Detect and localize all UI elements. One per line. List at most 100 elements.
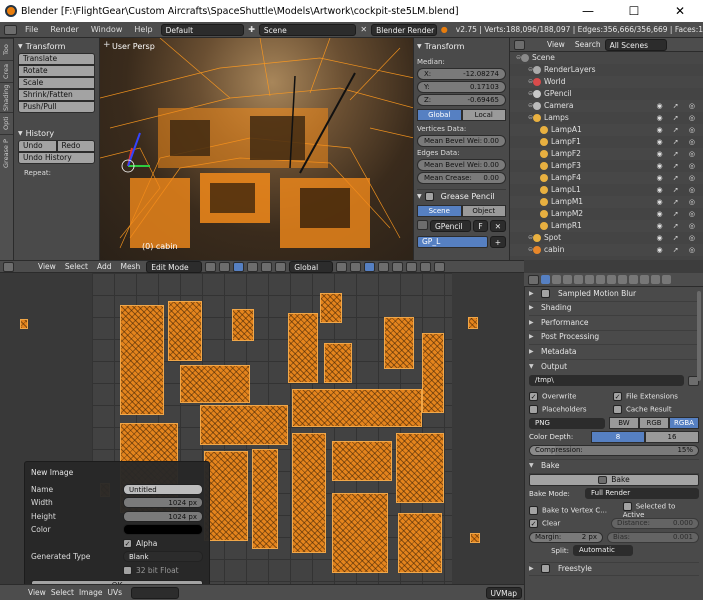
outliner-row[interactable]: LampM2 ◉ ➚ ◎ — [510, 208, 703, 220]
menu-render[interactable]: Render — [46, 25, 82, 34]
median-z-field[interactable]: Z: -0.69465 — [417, 94, 506, 106]
mode-select[interactable]: Edit Mode — [146, 260, 203, 273]
scene-tab-icon[interactable] — [563, 275, 572, 284]
menu-select[interactable]: Select — [62, 262, 91, 271]
distance-field[interactable]: Distance: 0.000 — [611, 518, 699, 530]
motion-blur-checkbox[interactable] — [541, 289, 550, 299]
image-browse[interactable] — [130, 586, 179, 599]
outliner-row[interactable]: LampA1 ◉ ➚ ◎ — [510, 124, 703, 136]
orientation-select[interactable]: Global — [289, 260, 334, 273]
file-extensions-checkbox[interactable]: ✓ — [613, 391, 622, 401]
undo-history-button[interactable]: Undo History — [18, 152, 95, 164]
section-output[interactable]: ▼ Output — [529, 360, 699, 375]
material-tab-icon[interactable] — [629, 275, 638, 284]
image-height-field[interactable]: 1024 px — [123, 510, 203, 522]
outliner-row[interactable]: ⊖ Lamps ◉ ➚ ◎ — [510, 112, 703, 124]
menu-add[interactable]: Add — [94, 262, 115, 271]
physics-tab-icon[interactable] — [662, 275, 671, 284]
alpha-checkbox[interactable]: ✓ — [123, 538, 132, 548]
outliner-row[interactable]: ⊖ Scene — [510, 52, 703, 64]
occlude-icon[interactable] — [378, 261, 390, 272]
image-color-swatch[interactable] — [123, 524, 203, 536]
data-tab-icon[interactable] — [618, 275, 627, 284]
scale-manip-icon[interactable] — [275, 261, 287, 272]
image-name-input[interactable]: Untitled — [123, 483, 203, 495]
history-panel-header[interactable]: ▼ History — [18, 127, 95, 140]
generated-type-select[interactable]: Blank — [123, 551, 203, 563]
visibility-icons[interactable]: ◉ ➚ ◎ — [656, 148, 699, 160]
uvmap-select[interactable]: UVMap — [485, 586, 522, 599]
editor-type-icon[interactable] — [3, 261, 14, 272]
add-toolshelf-icon[interactable]: + — [103, 40, 111, 50]
texture-tab-icon[interactable] — [640, 275, 649, 284]
visibility-icons[interactable]: ◉ ➚ ◎ — [656, 208, 699, 220]
world-tab-icon[interactable] — [574, 275, 583, 284]
close-button[interactable]: ✕ — [657, 4, 703, 18]
section-freestyle[interactable]: ▶ Freestyle — [529, 561, 699, 576]
render-engine-select[interactable]: Blender Render — [371, 23, 437, 36]
layout-add-icon[interactable]: ✚ — [248, 25, 255, 34]
render-tab-icon[interactable] — [541, 275, 550, 284]
visibility-icons[interactable]: ◉ ➚ ◎ — [656, 112, 699, 124]
float-checkbox[interactable] — [123, 565, 132, 575]
outliner-row[interactable]: ⊖ cabin ◉ ➚ ◎ — [510, 244, 703, 256]
face-select-icon[interactable] — [364, 261, 376, 272]
editor-type-icon[interactable] — [528, 274, 539, 285]
visibility-icons[interactable]: ◉ ➚ ◎ — [656, 196, 699, 208]
translate-manip-icon[interactable] — [247, 261, 259, 272]
section-shading[interactable]: ▶ Shading — [529, 302, 699, 316]
overwrite-checkbox[interactable]: ✓ — [529, 391, 538, 401]
scene-close-icon[interactable]: ✕ — [360, 25, 367, 34]
outliner-row[interactable]: ⊖ Spot ◉ ➚ ◎ — [510, 232, 703, 244]
selected-to-active-checkbox[interactable] — [622, 501, 632, 511]
snap-target-icon[interactable] — [420, 261, 432, 272]
section-metadata[interactable]: ▶ Metadata — [529, 345, 699, 360]
section-bake[interactable]: ▼ Bake — [529, 459, 699, 474]
menu-mesh[interactable]: Mesh — [117, 262, 143, 271]
rgba-toggle[interactable]: RGBA — [669, 417, 699, 430]
bake-to-vertex-checkbox[interactable] — [529, 505, 538, 515]
visibility-icons[interactable]: ◉ ➚ ◎ — [656, 184, 699, 196]
menu-file[interactable]: File — [21, 25, 42, 34]
constraints-tab-icon[interactable] — [596, 275, 605, 284]
bake-mode-select[interactable]: Full Render — [585, 488, 699, 500]
tab-tools[interactable]: Too — [0, 38, 13, 60]
scale-button[interactable]: Scale — [18, 77, 95, 89]
outliner-row[interactable]: LampM1 ◉ ➚ ◎ — [510, 196, 703, 208]
output-path-input[interactable]: /tmp\ — [529, 375, 684, 387]
bias-field[interactable]: Bias: 0.001 — [607, 531, 699, 543]
menu-help[interactable]: Help — [130, 25, 156, 34]
outliner-row[interactable]: ⊖ RenderLayers — [510, 64, 703, 76]
scene-select[interactable]: Scene — [258, 23, 357, 36]
visibility-icons[interactable]: ◉ ➚ ◎ — [656, 136, 699, 148]
visibility-icons[interactable]: ◉ ➚ ◎ — [656, 220, 699, 232]
edge-select-icon[interactable] — [350, 261, 362, 272]
tab-grease-pencil[interactable]: Grease P — [0, 134, 13, 172]
visibility-icons[interactable]: ◉ ➚ ◎ — [656, 172, 699, 184]
modifiers-tab-icon[interactable] — [607, 275, 616, 284]
global-toggle[interactable]: Global — [417, 109, 462, 121]
shrink-fatten-button[interactable]: Shrink/Fatten — [18, 89, 95, 101]
section-sampled-motion-blur[interactable]: ▶ Sampled Motion Blur — [529, 287, 699, 302]
manipulator-icon[interactable] — [233, 261, 245, 272]
editor-type-icon[interactable] — [4, 24, 17, 35]
push-pull-button[interactable]: Push/Pull — [18, 101, 95, 113]
placeholders-checkbox[interactable] — [529, 405, 538, 415]
object-tab-icon[interactable] — [585, 275, 594, 284]
pivot-icon[interactable] — [219, 261, 231, 272]
file-format-select[interactable]: PNG — [529, 417, 605, 429]
gpencil-close-icon[interactable]: ✕ — [489, 220, 506, 232]
margin-field[interactable]: Margin: 2 px — [529, 531, 603, 543]
editor-type-icon[interactable] — [514, 39, 525, 50]
visibility-icons[interactable]: ◉ ➚ ◎ — [656, 244, 699, 256]
depth-16-toggle[interactable]: 16 — [645, 430, 699, 443]
visibility-icons[interactable]: ◉ ➚ ◎ — [656, 100, 699, 112]
depth-8-toggle[interactable]: 8 — [591, 430, 645, 443]
outliner-row[interactable]: LampF4 ◉ ➚ ◎ — [510, 172, 703, 184]
menu-select[interactable]: Select — [51, 588, 74, 597]
median-x-field[interactable]: X: -12.08274 — [417, 68, 506, 80]
outliner-row[interactable]: LampL1 ◉ ➚ ◎ — [510, 184, 703, 196]
bw-toggle[interactable]: BW — [609, 417, 639, 430]
gpencil-icon[interactable] — [417, 220, 428, 230]
local-toggle[interactable]: Local — [461, 109, 506, 121]
